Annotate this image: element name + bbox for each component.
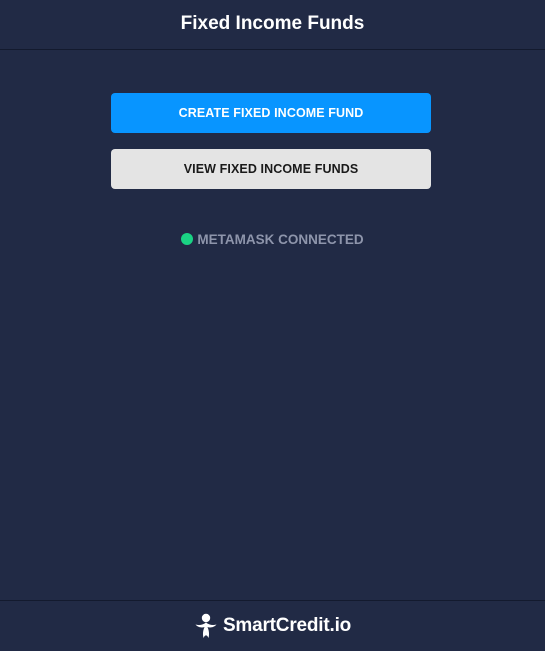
wallet-status: METAMASK CONNECTED — [0, 230, 545, 248]
wallet-status-text: METAMASK CONNECTED — [197, 231, 364, 247]
fixed-income-panel: Fixed Income Funds CREATE FIXED INCOME F… — [0, 0, 545, 651]
connected-status-icon — [181, 233, 194, 245]
create-fixed-income-fund-button[interactable]: CREATE FIXED INCOME FUND — [111, 93, 431, 133]
brand-name: SmartCredit.io — [222, 615, 352, 636]
panel-footer: SmartCredit.io — [0, 600, 545, 651]
panel-header: Fixed Income Funds — [0, 0, 545, 50]
window-edge — [545, 0, 549, 651]
smartcredit-logo: SmartCredit.io — [194, 613, 351, 639]
smartcredit-logo-icon — [195, 613, 217, 638]
page-title: Fixed Income Funds — [180, 12, 365, 34]
view-fixed-income-funds-button[interactable]: VIEW FIXED INCOME FUNDS — [111, 149, 431, 189]
